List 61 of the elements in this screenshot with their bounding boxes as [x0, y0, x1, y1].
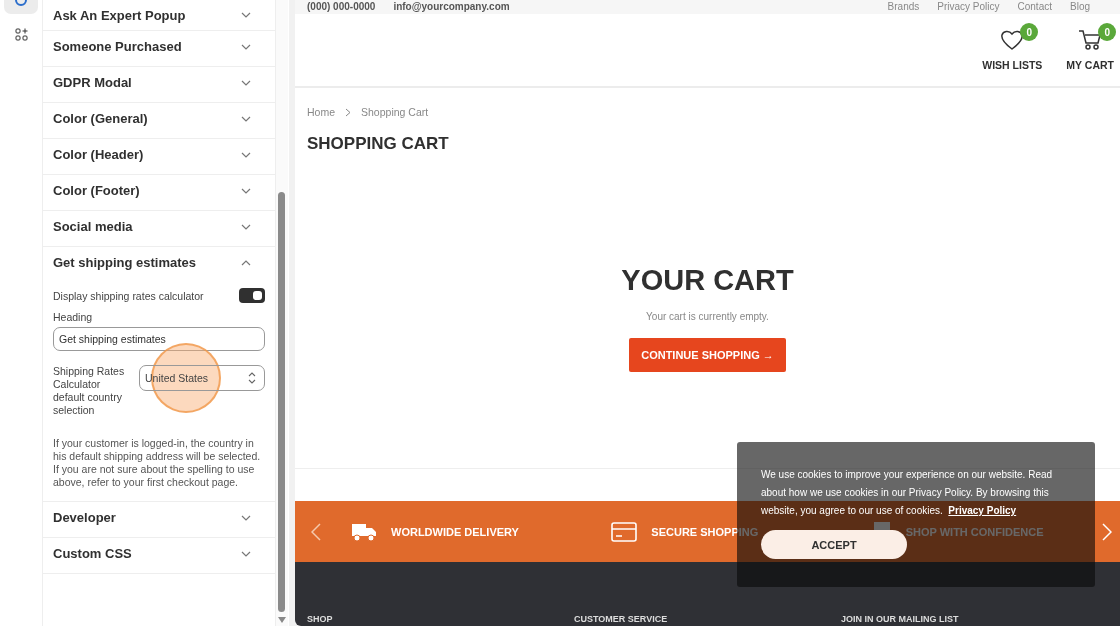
section-header[interactable]: Color (Footer) — [43, 171, 275, 210]
header-link[interactable]: WISH LISTS — [982, 59, 1043, 71]
country-select[interactable]: United States — [139, 365, 265, 391]
section-header[interactable]: Color (General) — [43, 99, 275, 138]
toggle-switch[interactable] — [239, 288, 265, 303]
field-label: Shipping Rates Calculator default country selection — [53, 365, 126, 417]
top-link[interactable]: Privacy Policy — [937, 2, 1000, 12]
gear-icon — [14, 0, 28, 8]
chevron-right-icon — [345, 107, 351, 117]
help-text: If your customer is logged-in, the country in his default shipping address will be selected. If you are not sure about the spelling to use above, refer to your first checkout page. — [53, 437, 262, 489]
toggle-label: Display shipping rates calculator — [53, 289, 204, 302]
top-link[interactable]: Brands — [887, 2, 920, 12]
chevron-down-icon — [241, 187, 251, 194]
accept-button[interactable]: ACCEPT — [761, 530, 907, 559]
section-header[interactable]: Social media — [43, 207, 275, 246]
scrollbar-thumb[interactable] — [278, 192, 285, 612]
scroll-down-icon[interactable] — [278, 617, 286, 623]
footer-heading: CUSTOMER SERVICE — [574, 614, 669, 624]
settings-tab[interactable] — [4, 0, 38, 14]
feature-label: WORLDWIDE DELIVERY — [391, 525, 519, 538]
chevron-down-icon — [241, 550, 251, 557]
chevron-down-icon — [241, 151, 251, 158]
updown-icon — [248, 372, 256, 384]
count-badge: 0 — [1020, 23, 1039, 41]
chevron-down-icon — [241, 79, 251, 86]
section-header[interactable]: Ask An Expert Popup — [43, 0, 275, 30]
chevron-down-icon — [241, 12, 251, 18]
breadcrumb-link[interactable]: Home — [307, 106, 335, 118]
section-header[interactable]: GDPR Modal — [43, 63, 275, 102]
chevron-down-icon — [241, 115, 251, 122]
section-header[interactable]: Custom CSS — [43, 534, 275, 573]
heart-icon[interactable] — [1000, 29, 1025, 51]
count-badge: 0 — [1098, 23, 1117, 41]
cookie-message: We use cookies to improve your experience on our website. Read about how we use cookies in our Privacy Policy. By browsing this website, you agree to our use of cookies. Privacy Policy — [761, 468, 1054, 518]
header-link[interactable]: MY CART — [1066, 59, 1114, 71]
page-title: SHOPPING CART — [307, 134, 450, 154]
credit-card-icon — [611, 521, 638, 542]
feature-label: SHOP WITH CONFIDENCE — [905, 525, 1044, 538]
contact-info: (000) 000-0000 — [307, 2, 376, 12]
contact-info: info@yourcompany.com — [393, 2, 510, 12]
section-header[interactable]: Color (Header) — [43, 135, 275, 174]
field-label: Heading — [53, 311, 94, 323]
footer-heading: SHOP — [307, 614, 334, 624]
heading-field[interactable]: Get shipping estimates — [53, 327, 265, 351]
cart-icon[interactable] — [1078, 29, 1103, 51]
breadcrumb-link[interactable]: Shopping Cart — [361, 106, 429, 118]
top-link[interactable]: Contact — [1017, 2, 1052, 12]
chevron-down-icon — [241, 514, 251, 521]
section-header[interactable]: Someone Purchased — [43, 27, 275, 66]
chevron-down-icon — [241, 223, 251, 230]
privacy-policy-link[interactable]: Privacy Policy — [948, 505, 1017, 516]
section-header[interactable]: Get shipping estimates — [43, 243, 275, 282]
apps-icon[interactable] — [14, 28, 28, 41]
empty-cart-message: Your cart is currently empty. — [645, 311, 770, 322]
section-header[interactable]: Developer — [43, 498, 275, 537]
continue-shopping-button[interactable]: CONTINUE SHOPPING → — [629, 338, 786, 372]
chevron-down-icon — [241, 43, 251, 50]
truck-icon — [351, 521, 377, 542]
cart-heading: YOUR CART — [620, 264, 795, 297]
chevron-up-icon — [241, 259, 251, 266]
footer-heading: JOIN IN OUR MAILING LIST — [841, 614, 960, 624]
